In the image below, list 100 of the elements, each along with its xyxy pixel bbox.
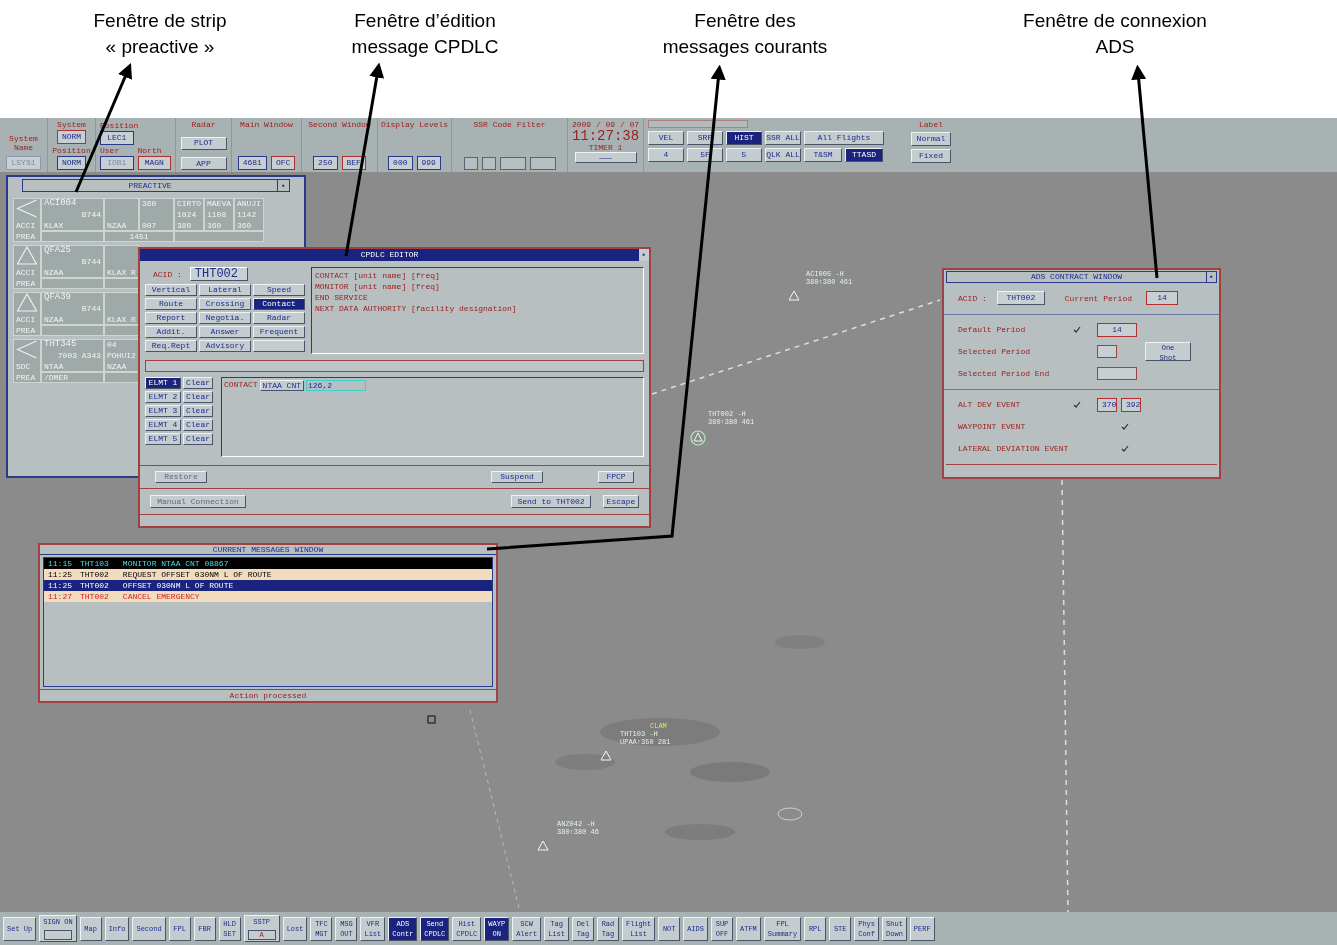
element-button[interactable]: ELMT 3 [145, 405, 181, 417]
button[interactable]: TTASD [845, 148, 883, 162]
close-button[interactable]: ▪ [1206, 272, 1216, 282]
button[interactable]: Fixed [911, 149, 951, 163]
acid-field[interactable]: THT002 [996, 291, 1045, 306]
template-item[interactable]: NEXT DATA AUTHORITY [facility designation] [315, 304, 640, 313]
button[interactable]: Send to THT002 [511, 495, 591, 508]
label: Position [52, 145, 91, 155]
button[interactable]: 5F [687, 148, 723, 162]
category-button[interactable]: Contact [253, 298, 305, 310]
code-field[interactable] [481, 157, 496, 170]
clear-button[interactable]: Clear [183, 433, 213, 445]
message-row[interactable]: 11:15 THT103 MONITOR NTAA CNT 08867 [44, 558, 492, 569]
value-field[interactable]: NORM [56, 130, 87, 145]
category-button[interactable]: Answer [199, 326, 251, 338]
acid-field[interactable]: THT002 [189, 267, 248, 281]
button[interactable]: T&SM [804, 148, 842, 162]
close-button[interactable]: ▪ [277, 180, 289, 191]
period-field[interactable] [1097, 367, 1137, 381]
code-field[interactable] [463, 157, 478, 170]
button[interactable]: Suspend [491, 471, 543, 483]
value-field[interactable]: MAGN [137, 155, 171, 170]
value-field[interactable]: 14 [1146, 291, 1179, 306]
value-field[interactable]: 999 [416, 156, 441, 170]
value-field[interactable]: LEC1 [100, 130, 134, 145]
frequency-field[interactable]: 126,2 [306, 380, 366, 391]
strip-cell: QFA25 B744 NZAA [41, 245, 104, 278]
label: 2009 / 09 / 07 [571, 120, 640, 129]
category-button[interactable]: Route [145, 298, 197, 310]
label: User [100, 145, 121, 155]
square-icon[interactable] [427, 715, 436, 724]
template-item[interactable]: MONITOR [unit name] [freq] [315, 282, 640, 291]
category-button[interactable]: Crossing [199, 298, 251, 310]
message-row[interactable]: 11:25 THT002 REQUEST OFFSET 030NM L OF ROUTE [44, 569, 492, 580]
empty-button[interactable] [253, 340, 305, 352]
value-field[interactable]: 370 [1097, 397, 1117, 412]
button[interactable]: QLK ALL [765, 148, 801, 162]
button[interactable]: APP [180, 157, 227, 170]
sector-text: ACCI [15, 315, 36, 324]
element-button[interactable]: ELMT 5 [145, 433, 181, 445]
code-field[interactable] [529, 157, 556, 170]
label: ALT DEV EVENT [958, 398, 1022, 411]
element-button[interactable]: ELMT 2 [145, 391, 181, 403]
window-title: CPDLC EDITOR [359, 249, 420, 261]
clear-button[interactable]: Clear [183, 405, 213, 417]
value-field[interactable]: 392 [1121, 397, 1141, 412]
button[interactable]: 5 [726, 148, 762, 162]
button[interactable]: PLOT [180, 136, 227, 150]
strip-cell: QFA39 B744 NZAA [41, 292, 104, 325]
template-item[interactable]: CONTACT [unit name] [freq] [315, 271, 640, 280]
button[interactable]: 4 [648, 148, 684, 162]
strip-cell: KLAX R [104, 292, 139, 325]
message-row[interactable]: 11:25 THT002 OFFSET 030NM L OF ROUTE [44, 580, 492, 591]
message-row[interactable]: 11:27 THT002 CANCEL EMERGENCY [44, 591, 492, 602]
element-button[interactable]: ELMT 1 [145, 377, 181, 389]
category-button[interactable]: Vertical [145, 284, 197, 296]
code-field[interactable] [499, 157, 526, 170]
category-button[interactable]: Speed [253, 284, 305, 296]
category-button[interactable]: Frequent [253, 326, 305, 338]
label: ACID : [153, 269, 182, 279]
clear-button[interactable]: Clear [183, 391, 213, 403]
label: ACID : [958, 293, 987, 303]
unit-button[interactable]: NTAA CNT [259, 380, 304, 391]
label: TIMER 1 [588, 143, 623, 152]
button[interactable]: SSR ALL [765, 131, 801, 145]
sector-text: ACCI [15, 221, 36, 230]
category-button[interactable]: Addit. [145, 326, 197, 338]
button[interactable]: VEL [648, 131, 684, 145]
button[interactable]: Normal [911, 132, 951, 146]
button[interactable]: Escape [603, 495, 639, 508]
value-field[interactable]: OFC [270, 156, 296, 170]
template-item[interactable]: END SERVICE [315, 293, 640, 302]
status-bar: Action processed [40, 689, 496, 701]
period-field[interactable] [1097, 345, 1117, 359]
element-button[interactable]: ELMT 4 [145, 419, 181, 431]
category-button[interactable]: Negotia. [199, 312, 251, 324]
category-button[interactable]: Req.Rept [145, 340, 197, 352]
aircraft-icon[interactable] [690, 430, 706, 446]
value-field[interactable]: 250 [313, 156, 338, 170]
value-field[interactable]: 14 [1097, 322, 1137, 337]
label: Current Period [1064, 293, 1133, 303]
button[interactable]: All Flights [804, 131, 884, 145]
category-button[interactable]: Radar [253, 312, 305, 324]
category-button[interactable]: Lateral [199, 284, 251, 296]
sector-text: SDC [15, 362, 31, 371]
window-title: ADS CONTRACT WINDOW [1029, 272, 1124, 282]
close-button[interactable]: ▪ [639, 249, 649, 261]
category-button[interactable]: Report [145, 312, 197, 324]
value-field[interactable]: NORM [56, 156, 87, 170]
strip-cell [104, 325, 139, 336]
category-button[interactable]: Advisory [199, 340, 251, 352]
clear-button[interactable]: Clear [183, 419, 213, 431]
value-field[interactable]: 4681 [237, 156, 267, 170]
label: Default Period [958, 323, 1027, 336]
label: System [57, 120, 86, 129]
value-field[interactable]: 000 [388, 156, 413, 170]
button[interactable]: FPCP [598, 471, 634, 483]
label: LATERAL DEVIATION EVENT [958, 442, 1070, 455]
button[interactable]: HIST [726, 131, 762, 145]
clear-button[interactable]: Clear [183, 377, 213, 389]
